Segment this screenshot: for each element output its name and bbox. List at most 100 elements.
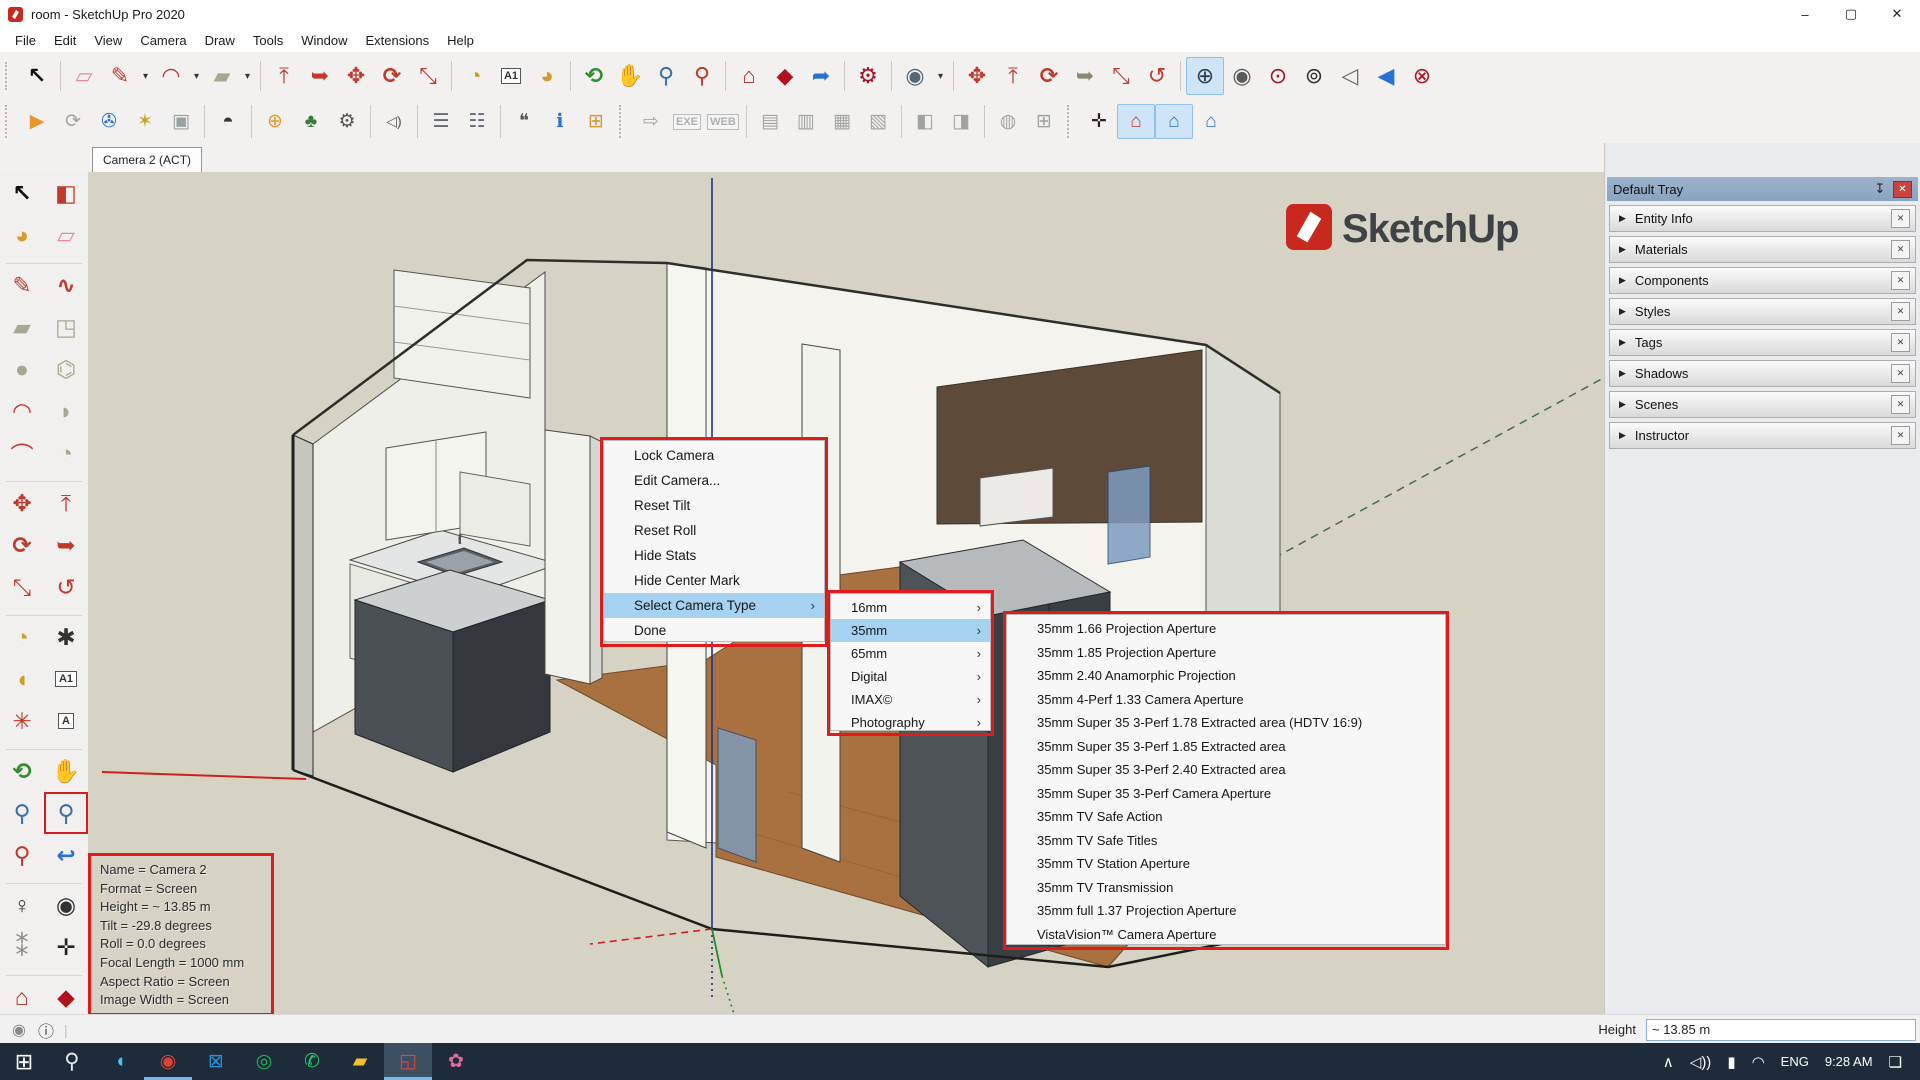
aperture-menu-item[interactable]: 35mm Super 35 3-Perf 1.78 Extracted area… bbox=[1007, 711, 1445, 735]
rotate-tool-icon[interactable]: ⟳ bbox=[0, 524, 44, 566]
wifi-icon[interactable]: ◠ bbox=[1744, 1053, 1773, 1071]
expand-arrow-icon[interactable]: ▶ bbox=[1619, 244, 1626, 255]
video-gallery-icon[interactable]: ▤ bbox=[752, 105, 788, 138]
aperture-menu-item[interactable]: 35mm TV Safe Titles bbox=[1007, 829, 1445, 853]
aperture-menu-item[interactable]: 35mm Super 35 3-Perf 1.85 Extracted area bbox=[1007, 735, 1445, 759]
sketchup-icon[interactable]: ◱ bbox=[384, 1043, 432, 1080]
about-info-icon[interactable]: ℹ bbox=[542, 105, 578, 138]
polygon-tool-icon[interactable]: ⌬ bbox=[44, 348, 88, 390]
rotated-rectangle-icon[interactable]: ◳ bbox=[44, 306, 88, 348]
menu-item[interactable]: Window bbox=[292, 33, 356, 48]
file-explorer-icon[interactable]: ▰ bbox=[336, 1043, 384, 1080]
aperture-menu-item[interactable]: 35mm 4-Perf 1.33 Camera Aperture bbox=[1007, 688, 1445, 712]
export-exe-icon[interactable]: EXE bbox=[669, 105, 705, 138]
aperture-menu-item[interactable]: 35mm Super 35 3-Perf Camera Aperture bbox=[1007, 782, 1445, 806]
menu-item[interactable]: Camera bbox=[131, 33, 195, 48]
context-menu-item[interactable]: Reset Roll bbox=[604, 518, 824, 543]
pan-tool-icon[interactable]: ✋ bbox=[44, 750, 88, 792]
enscape-objects-icon[interactable]: ⊕ bbox=[257, 105, 293, 138]
pin-icon[interactable]: ↧ bbox=[1871, 181, 1889, 197]
rectangle-tool-dropdown[interactable]: ▾ bbox=[240, 58, 255, 94]
search-icon[interactable]: ⚲ bbox=[48, 1043, 96, 1080]
pie-tool-icon[interactable]: ◔ bbox=[44, 432, 88, 474]
move-tool-icon[interactable]: ✥ bbox=[0, 482, 44, 524]
axes-tool-icon[interactable]: ✳ bbox=[0, 700, 44, 742]
rotate-tool-icon[interactable]: ⟳ bbox=[374, 58, 410, 94]
speaker-icon[interactable]: ◁)) bbox=[1682, 1053, 1720, 1071]
enscape-asset-library-icon[interactable]: ♣ bbox=[293, 105, 329, 138]
3d-warehouse-icon[interactable]: ⌂ bbox=[731, 58, 767, 94]
enscape-sliders-icon[interactable]: ☰ bbox=[423, 105, 459, 138]
menu-item[interactable]: Help bbox=[438, 33, 483, 48]
context-menu-item[interactable]: Edit Camera... bbox=[604, 468, 824, 493]
share-model-icon[interactable]: ➦ bbox=[803, 58, 839, 94]
section-close-button[interactable]: ✕ bbox=[1891, 209, 1910, 228]
protractor-tool-icon[interactable]: ◖ bbox=[0, 658, 44, 700]
enscape-sync-icon[interactable]: ⟳ bbox=[55, 105, 91, 138]
three-point-arc-icon[interactable]: ⌒ bbox=[0, 432, 44, 474]
aperture-menu-item[interactable]: 35mm TV Safe Action bbox=[1007, 805, 1445, 829]
tape-measure-tool-icon[interactable]: ◔ bbox=[457, 58, 493, 94]
globe-grid-icon[interactable]: ⊞ bbox=[1026, 105, 1062, 138]
section-close-button[interactable]: ✕ bbox=[1891, 271, 1910, 290]
maximize-button[interactable]: ▢ bbox=[1828, 0, 1874, 28]
tape-measure-tool-icon[interactable]: ◔ bbox=[0, 616, 44, 658]
rectangle-tool-icon[interactable]: ▰ bbox=[204, 58, 240, 94]
two-point-arc-icon[interactable]: ◗ bbox=[44, 390, 88, 432]
paint-bucket-tool-icon[interactable]: ◕ bbox=[529, 58, 565, 94]
menu-item[interactable]: Edit bbox=[45, 33, 85, 48]
enscape-screenshot-icon[interactable]: ▣ bbox=[163, 105, 199, 138]
notification-icon[interactable]: ❏ bbox=[1881, 1053, 1910, 1071]
arc-tool-icon[interactable]: ◠ bbox=[0, 390, 44, 432]
submenu-item[interactable]: 65mm › bbox=[831, 642, 990, 665]
section-plane-icon[interactable]: ⌂ bbox=[1117, 104, 1155, 139]
submenu-item[interactable]: 16mm › bbox=[831, 596, 990, 619]
zoom-tool-icon[interactable]: ⚲ bbox=[0, 792, 44, 834]
scene-tab-camera2[interactable]: Camera 2 (ACT) bbox=[92, 147, 202, 172]
move-tool-large-icon[interactable]: ✥ bbox=[959, 58, 995, 94]
expand-arrow-icon[interactable]: ▶ bbox=[1619, 213, 1626, 224]
circle-tool-icon[interactable]: ● bbox=[0, 348, 44, 390]
push-pull-tool-icon[interactable]: ⤒ bbox=[44, 482, 88, 524]
geolocation-icon[interactable]: ◉ bbox=[12, 1020, 26, 1040]
freehand-tool-icon[interactable]: ∿ bbox=[44, 264, 88, 306]
tray-section[interactable]: ▶ Instructor ✕ bbox=[1609, 422, 1916, 449]
camera-compass-icon[interactable]: ✛ bbox=[1081, 105, 1117, 138]
look-around-icon[interactable]: ◉ bbox=[44, 884, 88, 926]
menu-item[interactable]: View bbox=[85, 33, 131, 48]
previous-view-icon[interactable]: ↩ bbox=[44, 834, 88, 876]
tray-close-button[interactable]: ✕ bbox=[1893, 181, 1912, 198]
expand-arrow-icon[interactable]: ▶ bbox=[1619, 399, 1626, 410]
camera-frustum-lines-icon[interactable]: ◁ bbox=[1332, 58, 1368, 94]
tray-section[interactable]: ▶ Shadows ✕ bbox=[1609, 360, 1916, 387]
follow-me-tool-large-icon[interactable]: ➥ bbox=[1067, 58, 1103, 94]
tray-chevron-icon[interactable]: ∧ bbox=[1655, 1053, 1682, 1071]
submenu-item[interactable]: 35mm › bbox=[831, 619, 990, 642]
credits-info-icon[interactable]: ⓘ bbox=[38, 1018, 54, 1042]
zoom-extents-tool-icon[interactable]: ⚲ bbox=[0, 834, 44, 876]
aperture-menu-item[interactable]: 35mm 1.85 Projection Aperture bbox=[1007, 641, 1445, 665]
enscape-visual-settings-icon[interactable]: ☷ bbox=[459, 105, 495, 138]
battery-icon[interactable]: ▮ bbox=[1719, 1053, 1743, 1071]
zoom-window-tool-icon[interactable]: ⚲ bbox=[44, 792, 88, 834]
close-button[interactable]: ✕ bbox=[1874, 0, 1920, 28]
extension-warehouse-icon[interactable]: ◆ bbox=[767, 58, 803, 94]
globe-icon[interactable]: ◍ bbox=[990, 105, 1026, 138]
account-icon[interactable]: ◉ bbox=[897, 58, 933, 94]
enscape-video-sync-icon[interactable]: ✇ bbox=[91, 105, 127, 138]
menu-item[interactable]: Draw bbox=[196, 33, 244, 48]
pan-tool-icon[interactable]: ✋ bbox=[612, 58, 648, 94]
push-pull-tool-icon[interactable]: ⤒ bbox=[266, 58, 302, 94]
aperture-menu-item[interactable]: 35mm TV Transmission bbox=[1007, 876, 1445, 900]
expand-arrow-icon[interactable]: ▶ bbox=[1619, 306, 1626, 317]
panorama-vr-icon[interactable]: ◨ bbox=[943, 105, 979, 138]
export-image-icon[interactable]: ⇨ bbox=[633, 105, 669, 138]
eraser-tool-icon[interactable]: ▱ bbox=[44, 214, 88, 256]
aperture-menu-item[interactable]: 35mm 2.40 Anamorphic Projection bbox=[1007, 664, 1445, 688]
context-menu-item[interactable]: Hide Stats bbox=[604, 543, 824, 568]
context-menu-item[interactable]: Reset Tilt bbox=[604, 493, 824, 518]
walk-tool-icon[interactable]: ⁑ bbox=[0, 926, 44, 968]
start-button[interactable]: ⊞ bbox=[0, 1043, 48, 1080]
expand-arrow-icon[interactable]: ▶ bbox=[1619, 368, 1626, 379]
submenu-item[interactable]: Photography › bbox=[831, 711, 990, 734]
